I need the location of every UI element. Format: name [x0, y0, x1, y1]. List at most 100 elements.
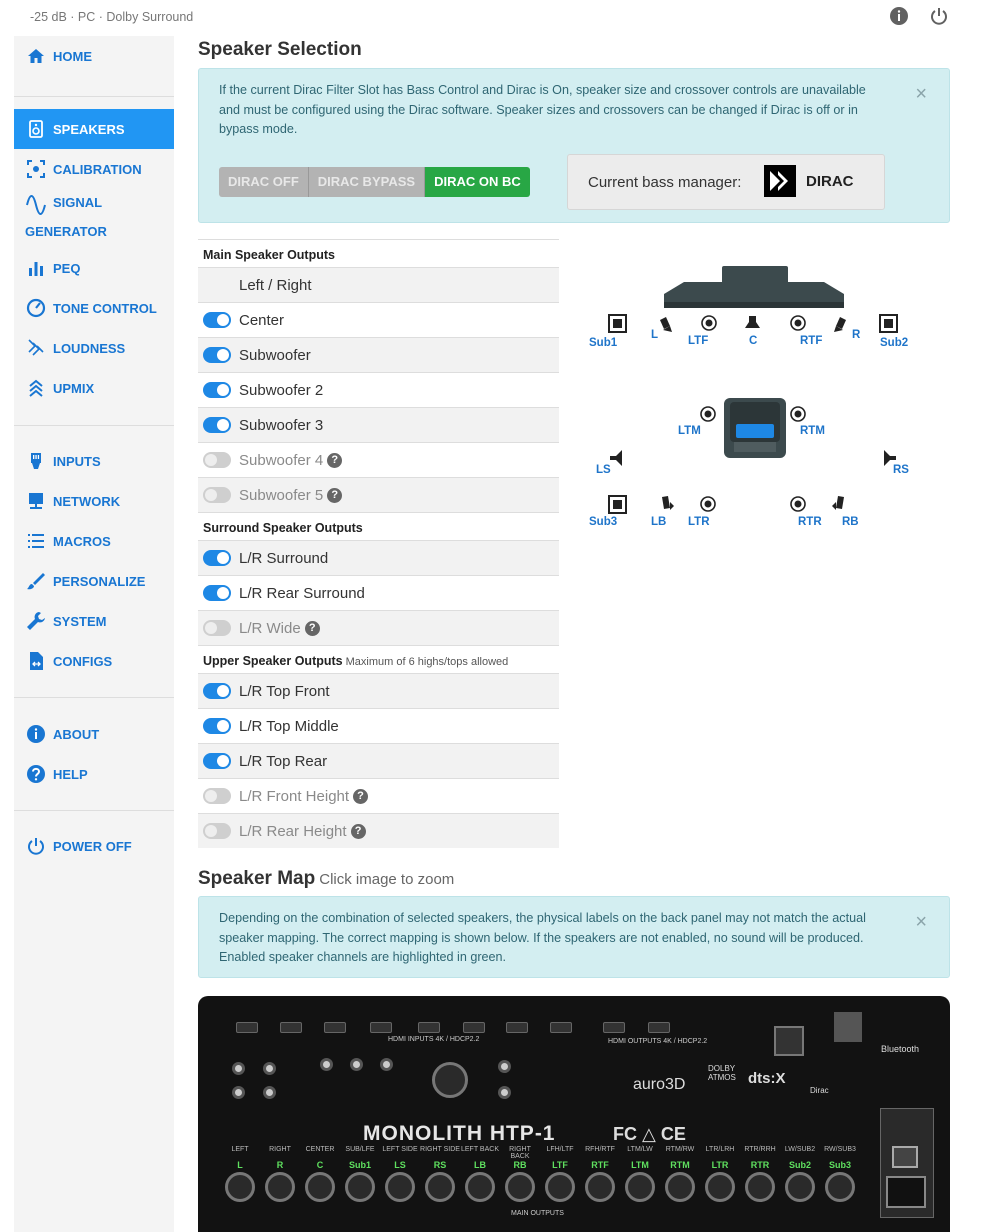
sine-wave-icon	[26, 195, 46, 215]
toggle-lr-rear-surround[interactable]	[203, 585, 231, 601]
info-circle-icon	[27, 725, 45, 743]
toggle-lr-top-middle[interactable]	[203, 718, 231, 734]
toggle-lr-surround[interactable]	[203, 550, 231, 566]
toggle-lr-rear-height[interactable]	[203, 823, 231, 839]
close-icon[interactable]: ×	[915, 84, 927, 105]
dirac-off-button[interactable]: DIRAC OFF	[219, 167, 309, 197]
sidebar-item-upmix[interactable]: UPMIX	[14, 368, 174, 408]
toggle-subwoofer-4[interactable]	[203, 452, 231, 468]
help-icon[interactable]: ?	[327, 487, 343, 503]
toggle-lr-top-front[interactable]	[203, 683, 231, 699]
sidebar-item-macros[interactable]: MACROS	[14, 521, 174, 561]
panel-mapped-label: RS	[433, 1160, 447, 1170]
sidebar-item-network[interactable]: NETWORK	[14, 481, 174, 521]
speaker-layout-diagram: Sub1 L LTF C RTF R Sub2 LTM RTM LS RS Su…	[584, 250, 924, 550]
sidebar-item-help[interactable]: HELP	[14, 754, 174, 794]
xlr-output-jack	[505, 1172, 535, 1202]
help-icon[interactable]: ?	[327, 452, 343, 468]
xlr-output-jack	[465, 1172, 495, 1202]
back-panel-image[interactable]: HDMI INPUTS 4K / HDCP2.2 HDMI OUTPUTS 4K…	[198, 996, 950, 1232]
label-rtf: RTF	[800, 335, 823, 347]
speaker-row-lr-front-height: L/R Front Height?	[198, 778, 559, 813]
speaker-row-subwoofer-3: Subwoofer 3	[198, 407, 559, 442]
speaker-map-alert: Depending on the combination of selected…	[198, 896, 950, 978]
speaker-row-lr-top-front: L/R Top Front	[198, 673, 559, 708]
section-surround-outputs: Surround Speaker Outputs	[198, 512, 559, 540]
sidebar-item-system[interactable]: SYSTEM	[14, 601, 174, 641]
dirac-on-bc-button[interactable]: DIRAC ON BC	[425, 167, 530, 197]
sidebar-item-speakers[interactable]: SPEAKERS	[14, 109, 174, 149]
speaker-row-lr-rear-surround: L/R Rear Surround	[198, 575, 559, 610]
panel-mapped-label: RTF	[591, 1160, 609, 1170]
divider	[14, 425, 174, 426]
panel-output-label: CENTER	[305, 1146, 335, 1153]
sidebar-item-power-off[interactable]: POWER OFF	[14, 826, 174, 866]
speaker-row-lr-wide: L/R Wide?	[198, 610, 559, 645]
label-ls: LS	[596, 464, 611, 476]
sidebar-item-calibration[interactable]: CALIBRATION	[14, 149, 174, 189]
panel-output-label: RFH/RTF	[585, 1146, 615, 1153]
sidebar-item-signal-generator[interactable]: SIGNAL GENERATOR	[14, 189, 174, 245]
panel-output-label: RIGHT BACK	[509, 1146, 531, 1160]
toggle-subwoofer-2[interactable]	[203, 382, 231, 398]
toggle-lr-wide[interactable]	[203, 620, 231, 636]
sidebar-item-loudness[interactable]: LOUDNESS	[14, 328, 174, 368]
power-off-icon	[28, 838, 44, 855]
sidebar-item-personalize[interactable]: PERSONALIZE	[14, 561, 174, 601]
toggle-lr-front-height[interactable]	[203, 788, 231, 804]
speaker-row-subwoofer: Subwoofer	[198, 337, 559, 372]
dirac-alert-text: If the current Dirac Filter Slot has Bas…	[219, 83, 866, 136]
close-icon[interactable]: ×	[915, 912, 927, 933]
monolith-brand: MONOLITH HTP-1	[363, 1122, 556, 1145]
hdmi-plug-icon	[31, 453, 41, 469]
divider	[14, 697, 174, 698]
help-icon[interactable]: ?	[350, 823, 366, 839]
speaker-row-subwoofer-4: Subwoofer 4?	[198, 442, 559, 477]
label-sub3: Sub3	[589, 516, 618, 528]
subwoofer-icon	[608, 495, 627, 514]
xlr-output-jack	[785, 1172, 815, 1202]
panel-mapped-label: LTR	[711, 1160, 729, 1170]
loudness-icon	[28, 339, 44, 356]
toggle-subwoofer[interactable]	[203, 347, 231, 363]
sidebar-item-home[interactable]: HOME	[14, 36, 174, 76]
panel-output-label: LTR/LRH	[705, 1146, 735, 1153]
subwoofer-icon	[608, 314, 627, 333]
toggle-center[interactable]	[203, 312, 231, 328]
dolby-atmos-logo: DOLBY ATMOS	[708, 1064, 736, 1082]
info-icon[interactable]	[889, 6, 909, 26]
label-sub2: Sub2	[880, 337, 909, 349]
toggle-subwoofer-3[interactable]	[203, 417, 231, 433]
panel-output-label: RTR/RRH	[744, 1146, 776, 1153]
gauge-icon	[26, 298, 46, 318]
panel-mapped-label: C	[316, 1160, 324, 1170]
panel-output-label: LEFT BACK	[461, 1146, 499, 1153]
section-upper-outputs: Upper Speaker Outputs Maximum of 6 highs/…	[198, 645, 559, 673]
sidebar-item-configs[interactable]: CONFIGS	[14, 641, 174, 681]
page-title: Speaker Selection	[198, 39, 362, 60]
xlr-output-jack	[585, 1172, 615, 1202]
help-icon[interactable]: ?	[304, 620, 320, 636]
monitor-icon	[29, 493, 43, 509]
speaker-row-center: Center	[198, 302, 559, 337]
auro3d-logo: auro3D	[633, 1076, 686, 1093]
xlr-output-jack	[705, 1172, 735, 1202]
label-l: L	[651, 329, 659, 341]
dirac-bypass-button[interactable]: DIRAC BYPASS	[308, 167, 426, 197]
divider	[14, 96, 174, 97]
help-icon[interactable]: ?	[353, 788, 369, 804]
sidebar-item-inputs[interactable]: INPUTS	[14, 441, 174, 481]
bass-manager-box: Current bass manager: DIRAC	[567, 154, 885, 210]
panel-mapped-label: RB	[513, 1160, 527, 1170]
sidebar-item-about[interactable]: ABOUT	[14, 714, 174, 754]
sidebar-item-tone-control[interactable]: TONE CONTROL	[14, 288, 174, 328]
label-rs: RS	[893, 464, 909, 476]
power-icon[interactable]	[929, 6, 949, 26]
sidebar-item-peq[interactable]: PEQ	[14, 248, 174, 288]
toggle-lr-top-rear[interactable]	[203, 753, 231, 769]
help-circle-icon	[27, 765, 45, 783]
speaker-icon	[29, 120, 43, 138]
toggle-subwoofer-5[interactable]	[203, 487, 231, 503]
panel-output-label: RIGHT	[269, 1146, 291, 1153]
panel-mapped-label: L	[237, 1160, 243, 1170]
